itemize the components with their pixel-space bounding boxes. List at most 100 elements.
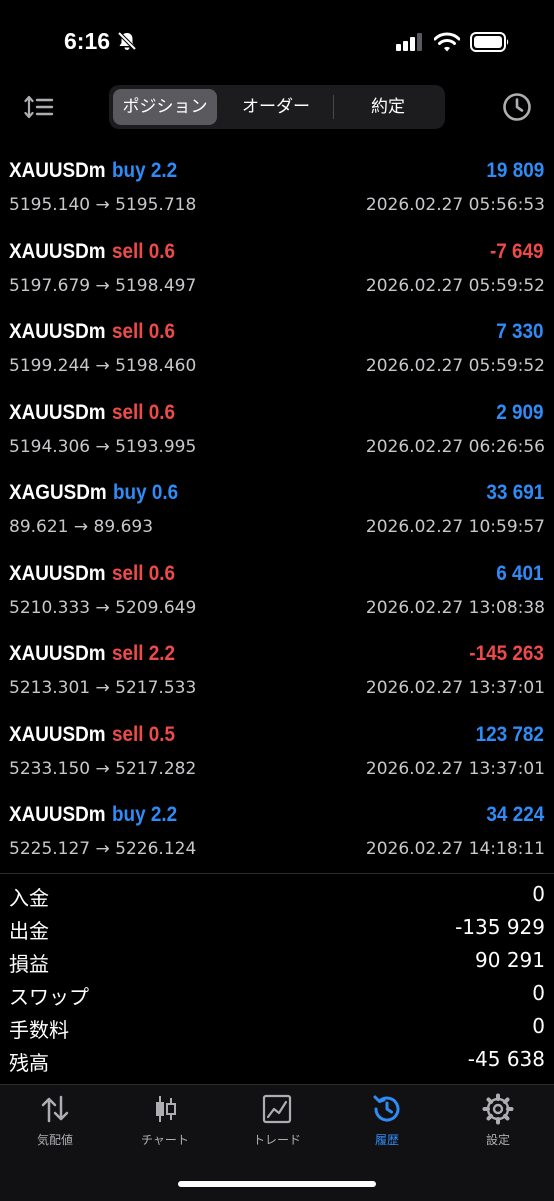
tab-trade[interactable]: トレード (222, 1093, 332, 1148)
deal-row[interactable]: XAUUSDm sell 2.2 -145 263 5213.301 → 521… (0, 629, 554, 710)
deal-row[interactable]: XAUUSDm sell 0.5 123 782 5233.150 → 5217… (0, 710, 554, 791)
status-bar: 6:16 (0, 0, 554, 84)
deal-profit: 2 909 (496, 400, 544, 424)
deal-profit: 33 691 (486, 481, 544, 504)
deal-symbol: XAGUSDm (9, 481, 107, 504)
tab-label: チャート (141, 1133, 189, 1147)
summary-label: 入金 (9, 886, 49, 910)
tab-label: トレード (252, 1133, 301, 1147)
deal-profit: -7 649 (490, 239, 544, 263)
summary-row-withdrawal: 出金 -135 929 (0, 911, 554, 944)
deal-profit: -145 263 (469, 642, 544, 665)
wifi-icon (434, 32, 460, 52)
summary-value: 0 (532, 1014, 545, 1038)
quotes-arrows-icon (41, 1095, 69, 1123)
candlestick-chart-icon (156, 1096, 176, 1122)
summary-value: -135 929 (455, 915, 545, 939)
tab-settings[interactable]: 設定 (443, 1093, 553, 1148)
deal-prices: 5195.140 → 5195.718 (9, 195, 197, 215)
deal-prices: 5199.244 → 5198.460 (9, 356, 197, 376)
tab-orders[interactable]: オーダー (221, 89, 331, 125)
deal-side: sell 0.6 (111, 320, 175, 343)
deal-prices: 5210.333 → 5209.649 (9, 597, 197, 618)
tab-quotes[interactable]: 気配値 (0, 1093, 110, 1148)
tab-label: 気配値 (36, 1133, 73, 1147)
summary-label: スワップ (9, 985, 89, 1009)
deal-symbol: XAUUSDm (9, 561, 106, 585)
summary-value: 0 (532, 882, 545, 906)
deal-side: sell 2.2 (111, 642, 175, 665)
deal-time: 2026.02.27 05:59:52 (365, 356, 545, 376)
deal-time: 2026.02.27 13:37:01 (365, 678, 545, 698)
deal-symbol: XAUUSDm (9, 722, 106, 746)
history-icon (373, 1095, 400, 1122)
deal-list: XAUUSDm buy 2.2 19 809 5195.140 → 5195.7… (0, 146, 554, 871)
tab-label: 設定 (485, 1133, 510, 1147)
deal-time: 2026.02.27 06:26:56 (365, 436, 545, 457)
deal-prices: 89.621 → 89.693 (9, 517, 154, 537)
summary-row-profit: 損益 90 291 (0, 944, 554, 977)
deal-time: 2026.02.27 05:56:53 (365, 195, 545, 215)
deal-prices: 5213.301 → 5217.533 (9, 678, 197, 698)
settings-gear-icon (482, 1093, 514, 1125)
account-summary: 入金 0 出金 -135 929 損益 90 291 スワップ 0 手数料 0 … (0, 878, 554, 1076)
tab-history[interactable]: 履歴 (332, 1093, 442, 1148)
home-indicator[interactable] (178, 1181, 376, 1187)
segmented-control: ポジション オーダー 約定 (109, 85, 445, 129)
deal-symbol: XAUUSDm (9, 400, 106, 424)
deal-side: buy 0.6 (112, 481, 178, 504)
summary-row-balance: 残高 -45 638 (0, 1043, 554, 1076)
summary-row-commission: 手数料 0 (0, 1010, 554, 1043)
deal-time: 2026.02.27 13:37:01 (365, 758, 545, 779)
deal-side: buy 2.2 (111, 159, 177, 182)
clock-icon[interactable] (502, 92, 532, 122)
deal-symbol: XAUUSDm (9, 803, 106, 826)
deal-prices: 5233.150 → 5217.282 (9, 758, 197, 779)
deal-time: 2026.02.27 10:59:57 (365, 517, 545, 537)
summary-value: 90 291 (475, 948, 545, 972)
tab-deals[interactable]: 約定 (335, 89, 441, 125)
tab-label: 履歴 (374, 1133, 399, 1147)
deal-time: 2026.02.27 13:08:38 (365, 597, 545, 618)
summary-label: 出金 (9, 919, 49, 943)
summary-label: 損益 (9, 952, 49, 976)
deal-profit: 7 330 (496, 320, 544, 343)
history-toolbar: ポジション オーダー 約定 (0, 84, 554, 132)
deal-profit: 123 782 (475, 722, 544, 746)
summary-label: 残高 (9, 1051, 49, 1075)
deal-row[interactable]: XAUUSDm buy 2.2 34 224 5225.127 → 5226.1… (0, 790, 554, 871)
deal-symbol: XAUUSDm (9, 320, 106, 343)
sort-icon[interactable] (24, 94, 54, 120)
deal-side: sell 0.6 (111, 400, 175, 424)
summary-value: 0 (532, 981, 545, 1005)
deal-profit: 19 809 (486, 159, 544, 182)
summary-value: -45 638 (467, 1047, 545, 1071)
deal-symbol: XAUUSDm (9, 239, 106, 263)
deal-row[interactable]: XAUUSDm sell 0.6 6 401 5210.333 → 5209.6… (0, 549, 554, 630)
deal-row[interactable]: XAUUSDm sell 0.6 -7 649 5197.679 → 5198.… (0, 227, 554, 308)
deal-row[interactable]: XAUUSDm sell 0.6 2 909 5194.306 → 5193.9… (0, 388, 554, 469)
deal-prices: 5197.679 → 5198.497 (9, 275, 197, 296)
deal-profit: 6 401 (496, 561, 544, 585)
deal-side: sell 0.5 (111, 722, 175, 746)
tab-positions[interactable]: ポジション (113, 89, 217, 125)
deal-side: buy 2.2 (111, 803, 177, 826)
battery-icon (470, 32, 509, 52)
deal-time: 2026.02.27 05:59:52 (365, 275, 545, 296)
segment-divider (333, 95, 334, 119)
summary-label: 手数料 (9, 1018, 69, 1042)
cellular-signal-icon (396, 33, 422, 51)
deal-prices: 5225.127 → 5226.124 (9, 839, 197, 859)
deal-side: sell 0.6 (111, 561, 175, 585)
trade-chart-icon (262, 1094, 292, 1124)
deal-symbol: XAUUSDm (9, 642, 106, 665)
deal-row[interactable]: XAUUSDm sell 0.6 7 330 5199.244 → 5198.4… (0, 307, 554, 388)
deal-profit: 34 224 (486, 803, 544, 826)
summary-row-deposit: 入金 0 (0, 878, 554, 911)
tab-chart[interactable]: チャート (110, 1093, 220, 1148)
deal-row[interactable]: XAUUSDm buy 2.2 19 809 5195.140 → 5195.7… (0, 146, 554, 227)
deal-time: 2026.02.27 14:18:11 (365, 839, 545, 859)
summary-divider (0, 873, 554, 874)
deal-symbol: XAUUSDm (9, 159, 106, 182)
deal-row[interactable]: XAGUSDm buy 0.6 33 691 89.621 → 89.693 2… (0, 468, 554, 549)
